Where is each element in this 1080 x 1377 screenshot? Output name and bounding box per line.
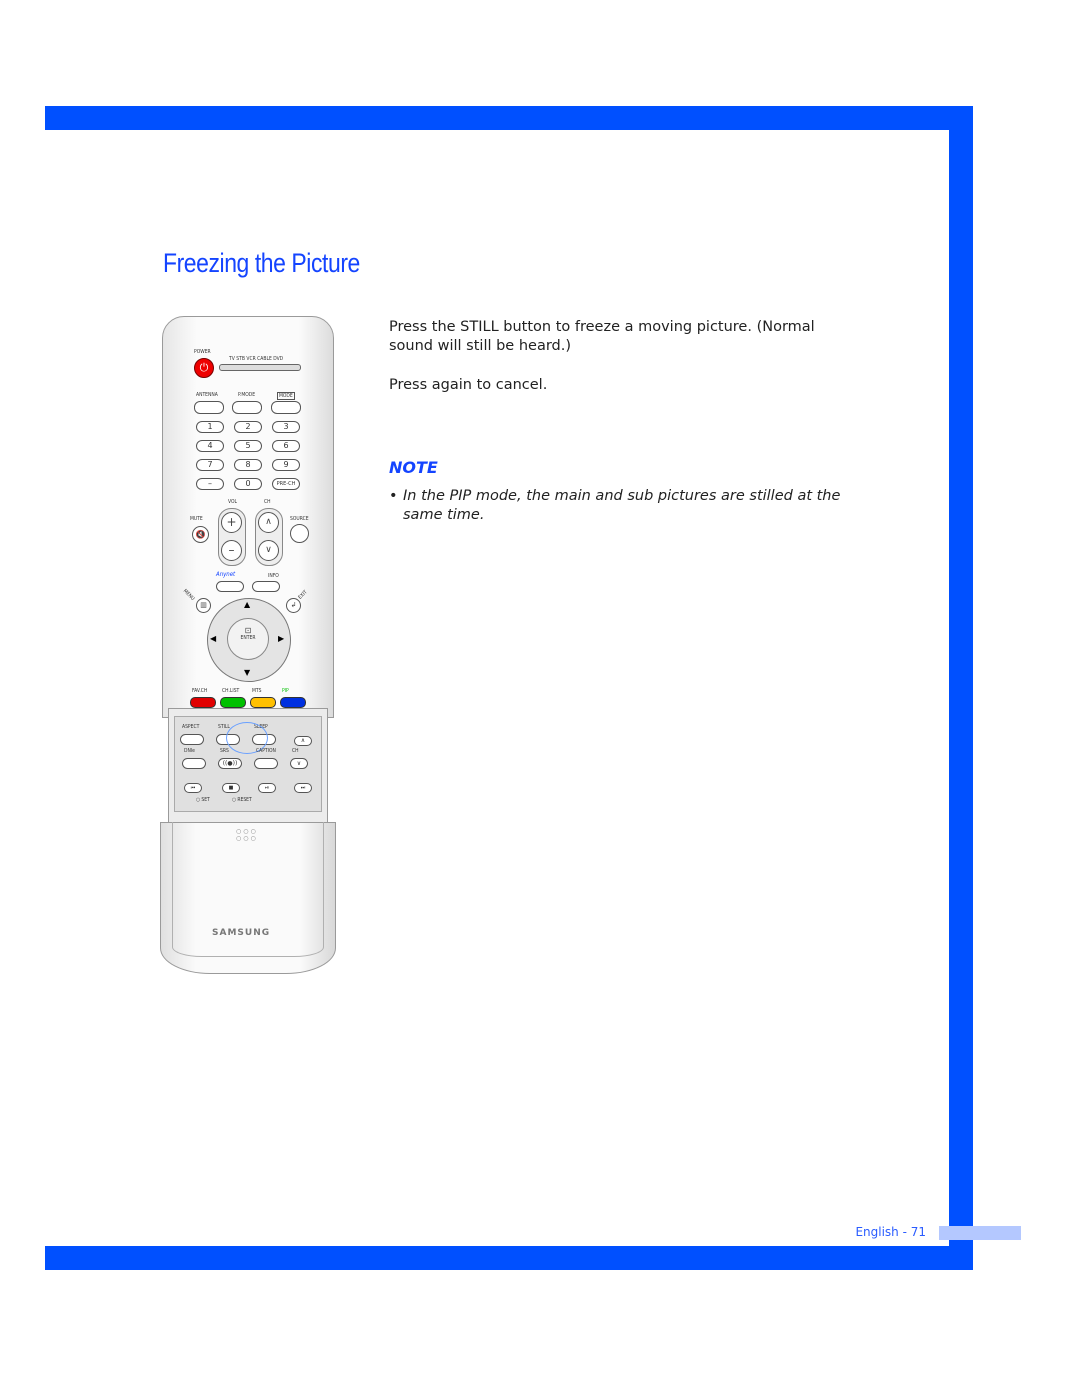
digit-button: 8 [234,459,262,471]
arrow-left-icon: ◀ [210,634,217,643]
ch-button: ∨ [290,758,308,769]
source-button [290,524,309,543]
volume-down-button: – [221,540,242,561]
color-button [280,697,306,708]
mute-icon: 🔇 [195,530,206,539]
anynet-button [216,581,244,592]
digit-button: 7 [196,459,224,471]
digit-button: 3 [272,421,300,433]
color-button-label: FAV.CH [192,688,208,694]
fast-forward-icon: ⏭ [300,785,306,791]
rewind-icon: ⏮ [190,785,196,791]
info-button [252,581,280,592]
digit-button: 5 [234,440,262,452]
note-item: • In the PIP mode, the main and sub pict… [389,487,849,525]
color-button-label: MTS [252,688,262,694]
info-label: INFO [268,573,279,579]
fast-forward-button: ⏭ [294,783,312,793]
right-accent-bar [949,106,973,1270]
digit-button: 4 [196,440,224,452]
color-button-label: PIP [282,688,289,694]
color-button [190,697,216,708]
brand-logo: SAMSUNG [212,928,271,938]
pmode-button [232,401,262,414]
stop-button: ■ [222,783,240,793]
mode-indicator [219,364,301,371]
pmode-label: P.MODE [238,392,256,398]
aspect-button [180,734,204,745]
source-label: SOURCE [290,516,309,522]
exit-icon: ↲ [290,601,297,609]
caption-button [254,758,278,769]
menu-icon: ▥ [200,601,207,609]
arrow-right-icon: ▶ [278,634,285,643]
mute-label: MUTE [190,516,203,522]
digit-button: PRE-CH [272,478,300,490]
remote-control-illustration: POWER ⏻ TV STB VCR CABLE DVD ANTENNA P.M… [156,316,338,976]
panel-label: DNIe [184,748,195,754]
enter-button: ⊡ ENTER [227,618,269,660]
play-pause-button: ⏯ [258,783,276,793]
instruction-paragraph: Press the STILL button to freeze a movin… [389,319,815,354]
color-button [220,697,246,708]
source-modes-label: TV STB VCR CABLE DVD [229,356,284,362]
channel-up-button: ∧ [258,512,279,533]
panel-label: CAPTION [256,748,276,754]
page-title: Freezing the Picture [163,248,360,278]
page-tab [939,1226,1021,1240]
rewind-button: ⏮ [184,783,202,793]
channel-down-button: ∨ [258,540,279,561]
digit-button: 1 [196,421,224,433]
speaker-holes: ○○○ ○○○ [236,828,258,842]
color-button [250,697,276,708]
volume-up-button: + [221,512,242,533]
power-button: ⏻ [194,358,214,378]
digit-button: 9 [272,459,300,471]
mode-label: MODE [277,392,295,400]
enter-icon: ⊡ [244,626,252,635]
vol-label: VOL [228,499,238,505]
bottom-accent-bar [45,1246,973,1270]
color-button-label: CH.LIST [222,688,240,694]
antenna-button [194,401,224,414]
play-pause-icon: ⏯ [264,785,269,791]
mode-button [271,401,301,414]
arrow-down-icon: ▼ [244,668,251,677]
set-label: ○ SET [196,797,210,803]
arrow-up-icon: ▲ [244,600,251,609]
cancel-paragraph: Press again to cancel. [389,377,548,393]
digit-button: 2 [234,421,262,433]
dnie-button [182,758,206,769]
panel-label: SRS [220,748,229,754]
note-heading: NOTE [389,458,438,477]
panel-ch-up-button: ∧ [294,736,312,746]
mute-button: 🔇 [192,526,209,543]
page-number: English - 71 [855,1225,932,1239]
bullet-icon: • [389,488,398,504]
srs-button: ((●)) [218,758,242,769]
note-text: In the PIP mode, the main and sub pictur… [403,488,841,523]
anynet-label: Anynet [216,571,236,578]
panel-label: CH [292,748,299,754]
antenna-label: ANTENNA [196,392,218,398]
power-label: POWER [194,349,211,355]
top-accent-bar [45,106,973,130]
exit-button: ↲ [286,598,301,613]
digit-button: 0 [234,478,262,490]
power-icon: ⏻ [199,361,209,374]
reset-label: ○ RESET [232,797,252,803]
stop-icon: ■ [228,785,234,791]
panel-label: ASPECT [182,724,200,730]
enter-label: ENTER [240,635,256,641]
menu-button: ▥ [196,598,211,613]
ch-label: CH [264,499,271,505]
digit-button: – [196,478,224,490]
digit-button: 6 [272,440,300,452]
